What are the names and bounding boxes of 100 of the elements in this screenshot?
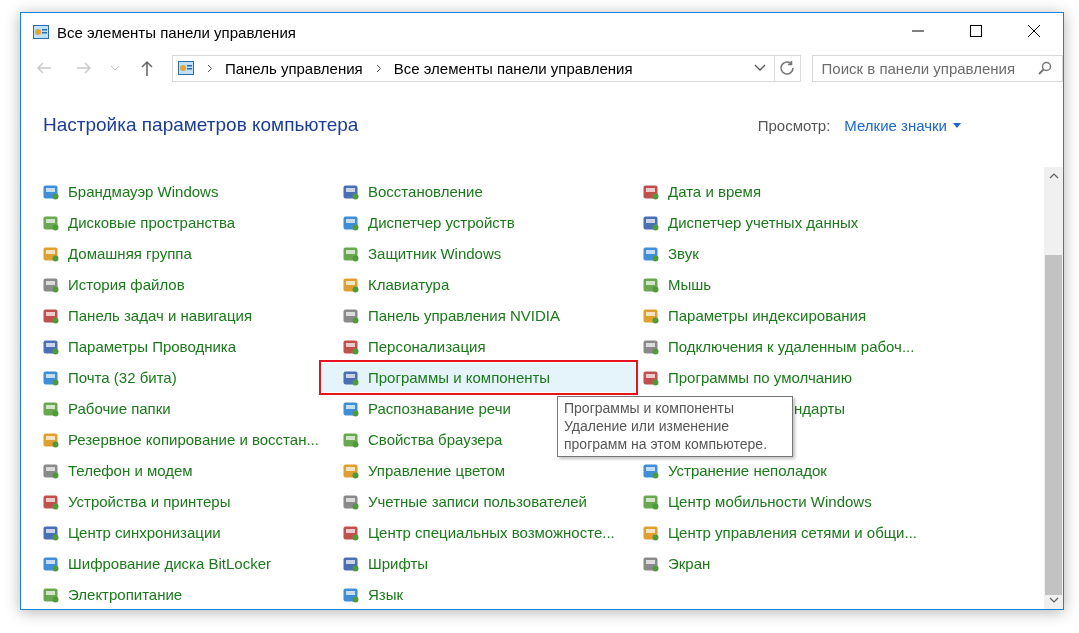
applet-label: Клавиатура	[368, 276, 450, 293]
applet-label: Программы по умолчанию	[668, 369, 852, 386]
applet-item[interactable]: Панель задач и навигация	[22, 301, 253, 330]
applet-item[interactable]: Панель управления NVIDIA	[322, 301, 560, 330]
applet-item[interactable]: Центр специальных возможносте...	[322, 518, 615, 547]
applet-label: Центр синхронизации	[68, 524, 221, 541]
applet-item[interactable]: Шрифты	[322, 549, 429, 578]
applet-item[interactable]: Звук	[622, 239, 699, 268]
applet-item[interactable]: Восстановление	[322, 177, 483, 206]
back-icon[interactable]	[36, 61, 52, 75]
applet-item[interactable]: Свойства браузера	[322, 425, 503, 454]
chevron-down-icon[interactable]	[753, 64, 766, 72]
applet-label: Устройства и принтеры	[68, 493, 231, 510]
search-field[interactable]: Поиск в панели управления	[811, 54, 1063, 82]
applet-label: Резервное копирование и восстан...	[68, 431, 319, 448]
applet-label: Домашняя группа	[68, 245, 192, 262]
caret-icon	[953, 123, 961, 128]
applet-item[interactable]: Резервное копирование и восстан...	[22, 425, 319, 454]
applet-item[interactable]: Электропитание	[22, 580, 183, 609]
scroll-up-icon[interactable]	[1048, 173, 1059, 179]
control-panel-icon	[177, 61, 194, 75]
applet-item[interactable]: Диспетчер устройств	[322, 208, 515, 237]
applet-label: Дата и время	[668, 183, 762, 200]
applet-item[interactable]: Почта (32 бита)	[22, 363, 177, 392]
applet-item[interactable]: Параметры Проводника	[22, 332, 237, 361]
applet-label: Параметры индексирования	[668, 307, 867, 324]
applet-item[interactable]: Шифрование диска BitLocker	[22, 549, 272, 578]
tooltip-text: Удаление или изменение	[564, 417, 731, 435]
chevron-right-icon	[375, 63, 382, 73]
applet-item[interactable]: Программы и компоненты	[322, 363, 635, 392]
maximize-icon	[970, 25, 982, 37]
applet-item[interactable]: Язык	[322, 580, 404, 609]
applet-label: Язык	[368, 586, 404, 603]
scrollbar-thumb[interactable]	[1045, 255, 1062, 595]
control-panel-icon	[33, 25, 49, 39]
applet-item[interactable]: Экран	[622, 549, 711, 578]
applet-label: Диспетчер устройств	[368, 214, 515, 231]
applet-label: Распознавание речи	[368, 400, 511, 417]
applet-item[interactable]: Устранение неполадок	[622, 456, 827, 485]
page-heading: Настройка параметров компьютера	[43, 114, 359, 136]
applet-item[interactable]: Рабочие папки	[22, 394, 171, 423]
breadcrumb[interactable]: Все элементы панели управления	[393, 59, 633, 77]
close-icon	[1028, 25, 1040, 37]
applet-label: Центр мобильности Windows	[668, 493, 872, 510]
applet-label: Шрифты	[368, 555, 429, 572]
applet-item[interactable]: Управление цветом	[322, 456, 506, 485]
search-icon	[1038, 61, 1052, 75]
applet-item[interactable]: Диспетчер учетных данных	[622, 208, 859, 237]
applet-item[interactable]: История файлов	[22, 270, 185, 299]
up-arrow-icon[interactable]	[139, 60, 154, 76]
applet-item[interactable]: Центр синхронизации	[22, 518, 221, 547]
view-label: Просмотр:	[757, 117, 831, 134]
applet-item[interactable]: Телефон и модем	[22, 456, 193, 485]
applet-item[interactable]: Центр управления сетями и общи...	[622, 518, 917, 547]
applet-item[interactable]: Устройства и принтеры	[22, 487, 231, 516]
applet-item[interactable]: Параметры индексирования	[622, 301, 867, 330]
applet-item[interactable]: Учетные записи пользователей	[322, 487, 587, 516]
applet-label: Диспетчер учетных данных	[668, 214, 859, 231]
applet-item[interactable]: Дисковые пространства	[22, 208, 236, 237]
applet-label: Защитник Windows	[368, 245, 502, 262]
applet-label: Брандмауэр Windows	[68, 183, 219, 200]
applet-item[interactable]: Дата и время	[622, 177, 762, 206]
forward-icon[interactable]	[75, 61, 92, 75]
applet-label: Рабочие папки	[68, 400, 171, 417]
applet-label: Параметры Проводника	[68, 338, 237, 355]
applet-item[interactable]: Брандмауэр Windows	[22, 177, 219, 206]
applet-label: Подключения к удаленным рабоч...	[668, 338, 915, 355]
applet-label: Телефон и модем	[68, 462, 193, 479]
applet-label: Панель задач и навигация	[68, 307, 253, 324]
applet-label: Звук	[668, 245, 699, 262]
applet-label: Дисковые пространства	[68, 214, 236, 231]
applet-item[interactable]: Клавиатура	[322, 270, 450, 299]
applet-label: Центр специальных возможносте...	[368, 524, 615, 541]
applet-label: Свойства браузера	[368, 431, 503, 448]
applet-item[interactable]: Персонализация	[322, 332, 486, 361]
applet-label: Центр управления сетями и общи...	[668, 524, 917, 541]
applet-label: Мышь	[668, 276, 712, 293]
applet-item[interactable]: Домашняя группа	[22, 239, 192, 268]
address-bar[interactable]: Панель управления Все элементы панели управления	[171, 54, 775, 82]
applet-label: Учетные записи пользователей	[368, 493, 587, 510]
refresh-button[interactable]	[774, 54, 801, 82]
tooltip-text: программ на этом компьютере.	[564, 435, 769, 453]
applet-item[interactable]: Распознавание речи	[322, 394, 511, 423]
applet-item[interactable]: Подключения к удаленным рабоч...	[622, 332, 915, 361]
applet-label: Персонализация	[368, 338, 486, 355]
chevron-right-icon	[206, 63, 213, 73]
breadcrumb[interactable]: Панель управления	[224, 59, 363, 77]
applet-label: Почта (32 бита)	[68, 369, 177, 386]
tooltip-text: Программы и компоненты	[564, 399, 735, 417]
applet-label: Устранение неполадок	[668, 462, 827, 479]
applet-label: Панель управления NVIDIA	[368, 307, 560, 324]
applet-item[interactable]: Защитник Windows	[322, 239, 502, 268]
refresh-icon	[779, 60, 796, 76]
applet-label: Экран	[668, 555, 711, 572]
applet-label: Программы и компоненты	[368, 369, 551, 386]
scroll-down-icon[interactable]	[1048, 597, 1059, 603]
view-dropdown[interactable]: Мелкие значки	[844, 117, 961, 134]
scrollbar[interactable]	[1044, 167, 1063, 609]
applet-item[interactable]: Мышь	[622, 270, 712, 299]
applet-item[interactable]: Центр мобильности Windows	[622, 487, 872, 516]
